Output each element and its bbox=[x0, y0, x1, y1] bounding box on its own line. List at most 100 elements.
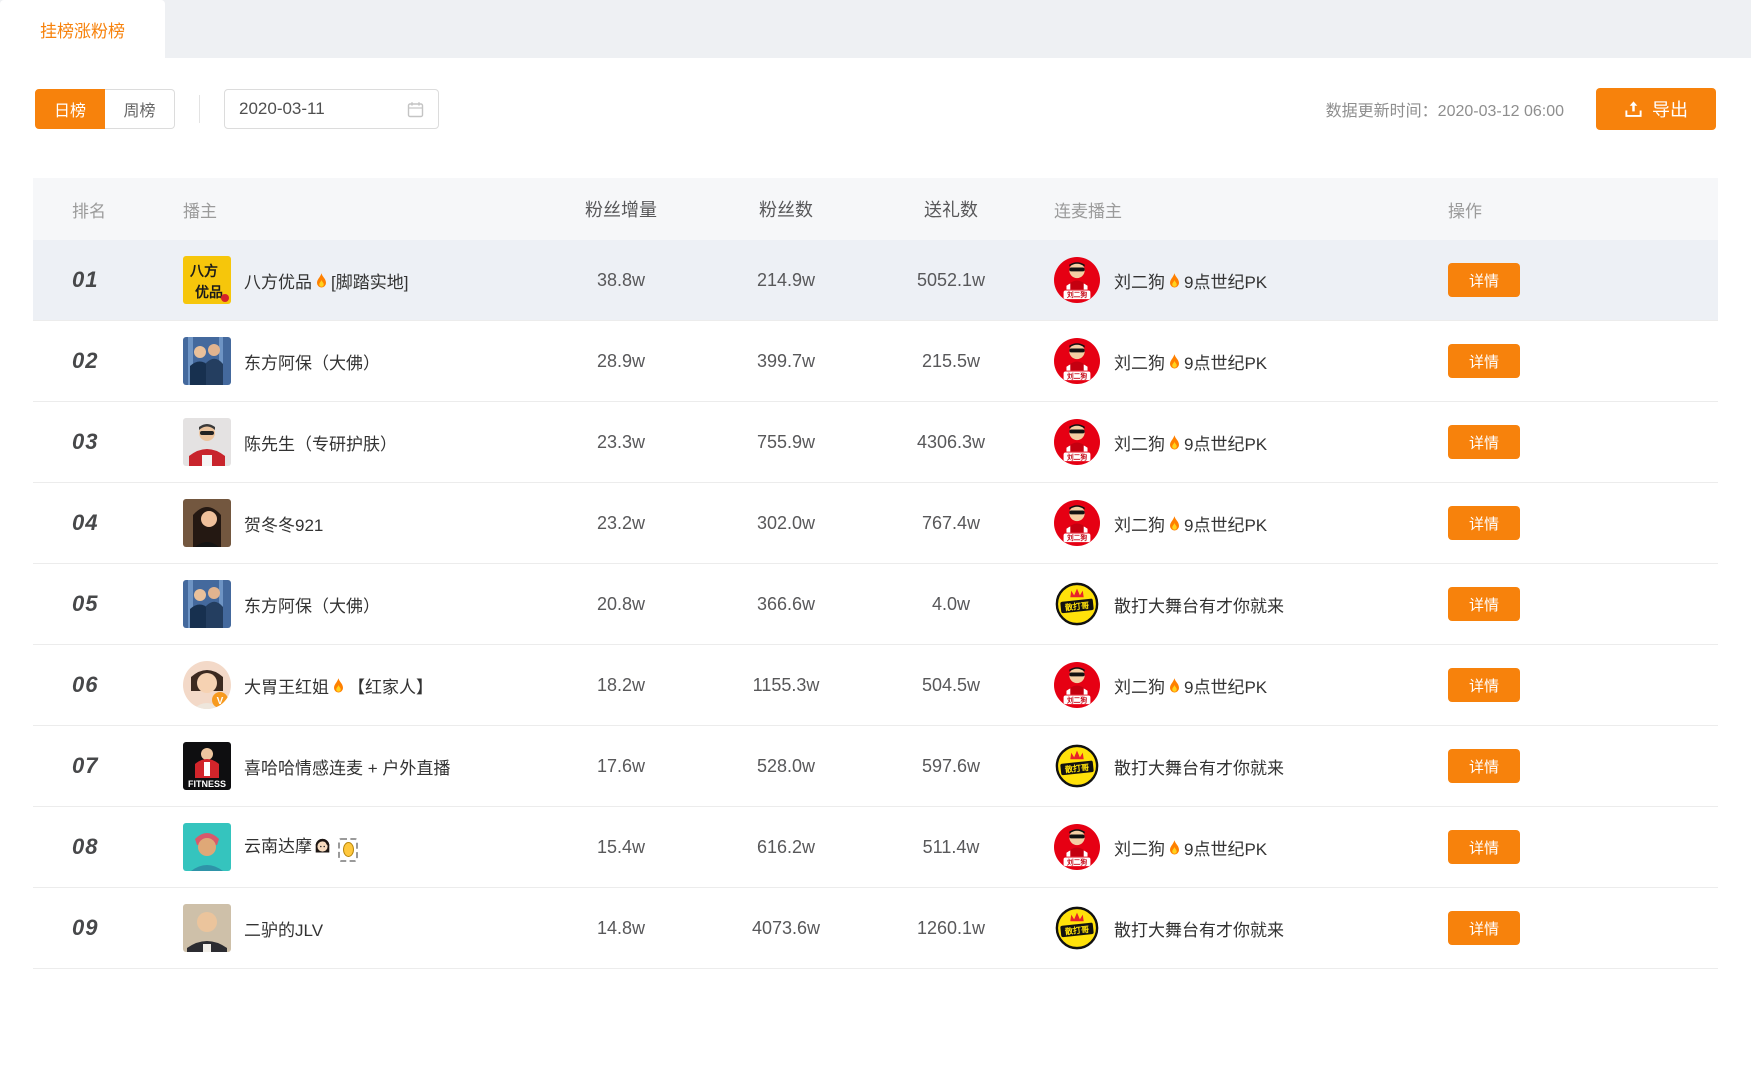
detail-button[interactable]: 详情 bbox=[1448, 344, 1520, 378]
header-fan-increase: 粉丝增量 bbox=[536, 196, 706, 222]
period-toggle: 日榜 周榜 bbox=[35, 89, 175, 129]
costream-avatar[interactable]: 散打哥 bbox=[1054, 581, 1100, 627]
fan-count-value: 302.0w bbox=[757, 513, 815, 533]
table-row: 06 V 大胃王红姐【红家人】 18.2w 1155.3w 504.5w 刘二狗… bbox=[33, 645, 1718, 726]
costream-name[interactable]: 刘二狗9点世纪PK bbox=[1114, 349, 1267, 374]
fan-count-value: 366.6w bbox=[757, 594, 815, 614]
upload-icon bbox=[1624, 100, 1643, 119]
table-row: 09 二驴的JLV 14.8w 4073.6w 1260.1w 散打哥 散打大舞… bbox=[33, 888, 1718, 969]
table-body: 01 八方优品 八方优品[脚踏实地] 38.8w 214.9w 5052.1w … bbox=[33, 240, 1718, 969]
costream-name[interactable]: 散打大舞台有才你就来 bbox=[1114, 592, 1284, 617]
broadcaster-name[interactable]: 东方阿保（大佛） bbox=[244, 349, 380, 374]
fan-increase-value: 18.2w bbox=[597, 675, 645, 695]
detail-button[interactable]: 详情 bbox=[1448, 668, 1520, 702]
detail-button[interactable]: 详情 bbox=[1448, 587, 1520, 621]
broadcaster-name[interactable]: 陈先生（专研护肤） bbox=[244, 430, 397, 455]
costream-avatar[interactable]: 刘二狗 bbox=[1054, 824, 1100, 870]
table-row: 03 陈先生（专研护肤） 23.3w 755.9w 4306.3w 刘二狗 刘二… bbox=[33, 402, 1718, 483]
broadcaster-avatar[interactable] bbox=[183, 418, 231, 466]
detail-button[interactable]: 详情 bbox=[1448, 506, 1520, 540]
broadcaster-name[interactable]: 贺冬冬921 bbox=[244, 511, 323, 536]
unrenderable-emoji-placeholder bbox=[338, 838, 358, 862]
table-header-row: 排名 播主 粉丝增量 粉丝数 送礼数 连麦播主 操作 bbox=[33, 178, 1718, 240]
header-gift-count: 送礼数 bbox=[866, 196, 1036, 222]
rank-label: 04 bbox=[72, 510, 98, 535]
costream-name[interactable]: 刘二狗9点世纪PK bbox=[1114, 673, 1267, 698]
costream-avatar[interactable]: 刘二狗 bbox=[1054, 500, 1100, 546]
daily-tab-button[interactable]: 日榜 bbox=[35, 89, 105, 129]
fan-increase-value: 23.3w bbox=[597, 432, 645, 452]
fan-increase-value: 23.2w bbox=[597, 513, 645, 533]
costream-name[interactable]: 刘二狗9点世纪PK bbox=[1114, 511, 1267, 536]
rank-label: 03 bbox=[72, 429, 98, 454]
table-row: 04 贺冬冬921 23.2w 302.0w 767.4w 刘二狗 刘二狗9点世… bbox=[33, 483, 1718, 564]
header-broadcaster: 播主 bbox=[151, 197, 536, 222]
broadcaster-avatar[interactable] bbox=[183, 823, 231, 871]
svg-text:刘二狗: 刘二狗 bbox=[1067, 533, 1087, 542]
rank-label: 02 bbox=[72, 348, 98, 373]
table-row: 08 云南达摩 15.4w 616.2w 511.4w 刘二狗 刘二狗9点世纪P… bbox=[33, 807, 1718, 888]
rank-label: 06 bbox=[72, 672, 98, 697]
tab-strip: 挂榜涨粉榜 bbox=[0, 0, 1751, 58]
svg-text:优品: 优品 bbox=[195, 284, 223, 300]
broadcaster-avatar[interactable]: V bbox=[183, 661, 231, 709]
detail-button[interactable]: 详情 bbox=[1448, 911, 1520, 945]
weekly-tab-button[interactable]: 周榜 bbox=[105, 89, 175, 129]
svg-text:刘二狗: 刘二狗 bbox=[1067, 695, 1087, 704]
broadcaster-avatar[interactable]: 八方优品 bbox=[183, 256, 231, 304]
header-action: 操作 bbox=[1418, 197, 1718, 222]
rank-label: 09 bbox=[72, 915, 98, 940]
svg-text:刘二狗: 刘二狗 bbox=[1067, 857, 1087, 866]
costream-name[interactable]: 刘二狗9点世纪PK bbox=[1114, 268, 1267, 293]
costream-avatar[interactable]: 散打哥 bbox=[1054, 743, 1100, 789]
costream-avatar[interactable]: 散打哥 bbox=[1054, 905, 1100, 951]
costream-avatar[interactable]: 刘二狗 bbox=[1054, 419, 1100, 465]
detail-button[interactable]: 详情 bbox=[1448, 263, 1520, 297]
broadcaster-name[interactable]: 二驴的JLV bbox=[244, 916, 323, 941]
svg-text:八方: 八方 bbox=[189, 263, 218, 279]
broadcaster-avatar[interactable]: FITNESS bbox=[183, 742, 231, 790]
gift-count-value: 767.4w bbox=[922, 513, 980, 533]
detail-button[interactable]: 详情 bbox=[1448, 830, 1520, 864]
header-rank: 排名 bbox=[33, 197, 151, 222]
table-row: 07 FITNESS 喜哈哈情感连麦 + 户外直播 17.6w 528.0w 5… bbox=[33, 726, 1718, 807]
costream-name[interactable]: 刘二狗9点世纪PK bbox=[1114, 835, 1267, 860]
broadcaster-name[interactable]: 喜哈哈情感连麦 + 户外直播 bbox=[244, 754, 450, 779]
costream-name[interactable]: 散打大舞台有才你就来 bbox=[1114, 916, 1284, 941]
vertical-divider bbox=[199, 95, 200, 123]
header-fan-count: 粉丝数 bbox=[706, 196, 866, 222]
table-row: 05 东方阿保（大佛） 20.8w 366.6w 4.0w 散打哥 散打大舞台有… bbox=[33, 564, 1718, 645]
broadcaster-avatar[interactable] bbox=[183, 499, 231, 547]
broadcaster-name[interactable]: 八方优品[脚踏实地] bbox=[244, 268, 408, 293]
date-input[interactable] bbox=[239, 99, 399, 119]
export-button[interactable]: 导出 bbox=[1596, 88, 1716, 130]
rank-label: 05 bbox=[72, 591, 98, 616]
fan-count-value: 214.9w bbox=[757, 270, 815, 290]
costream-name[interactable]: 散打大舞台有才你就来 bbox=[1114, 754, 1284, 779]
fan-count-value: 528.0w bbox=[757, 756, 815, 776]
calendar-icon[interactable] bbox=[407, 101, 424, 118]
fan-increase-value: 28.9w bbox=[597, 351, 645, 371]
broadcaster-avatar[interactable] bbox=[183, 337, 231, 385]
detail-button[interactable]: 详情 bbox=[1448, 425, 1520, 459]
detail-button[interactable]: 详情 bbox=[1448, 749, 1520, 783]
header-costream-broadcaster: 连麦播主 bbox=[1036, 197, 1418, 222]
costream-avatar[interactable]: 刘二狗 bbox=[1054, 662, 1100, 708]
broadcaster-name[interactable]: 东方阿保（大佛） bbox=[244, 592, 380, 617]
svg-text:FITNESS: FITNESS bbox=[188, 779, 226, 789]
costream-avatar[interactable]: 刘二狗 bbox=[1054, 257, 1100, 303]
broadcaster-name[interactable]: 云南达摩 bbox=[244, 832, 358, 862]
tab-fan-growth-board[interactable]: 挂榜涨粉榜 bbox=[0, 0, 165, 58]
gift-count-value: 5052.1w bbox=[917, 270, 985, 290]
costream-name[interactable]: 刘二狗9点世纪PK bbox=[1114, 430, 1267, 455]
broadcaster-avatar[interactable] bbox=[183, 580, 231, 628]
fan-increase-value: 15.4w bbox=[597, 837, 645, 857]
broadcaster-avatar[interactable] bbox=[183, 904, 231, 952]
gift-count-value: 597.6w bbox=[922, 756, 980, 776]
costream-avatar[interactable]: 刘二狗 bbox=[1054, 338, 1100, 384]
fan-count-value: 399.7w bbox=[757, 351, 815, 371]
date-picker[interactable] bbox=[224, 89, 439, 129]
broadcaster-name[interactable]: 大胃王红姐【红家人】 bbox=[244, 673, 433, 698]
gift-count-value: 4306.3w bbox=[917, 432, 985, 452]
fan-count-value: 616.2w bbox=[757, 837, 815, 857]
